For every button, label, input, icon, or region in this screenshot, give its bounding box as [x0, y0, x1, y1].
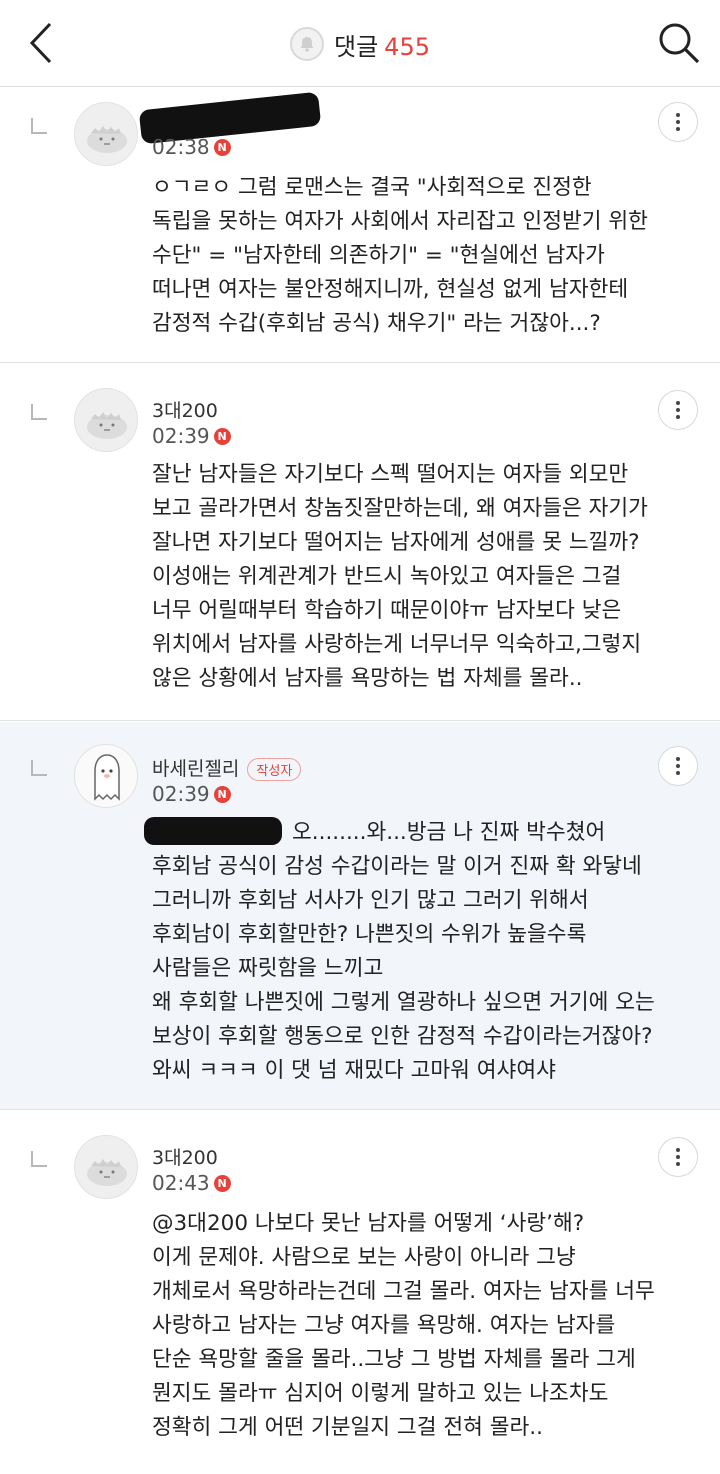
reply-indent-icon [31, 760, 47, 776]
search-button[interactable] [656, 20, 702, 66]
more-dot-icon [676, 415, 680, 419]
comment-line: 않은 상황에서 남자를 욕망하는 법 자체를 몰라.. [152, 666, 583, 691]
more-dot-icon [676, 1162, 680, 1166]
comment-line: 그러니까 후회남 서사가 인기 많고 그러기 위해서 [152, 888, 589, 913]
comment-line: 후회남이 후회할만한? 나쁜짓의 수위가 높을수록 [152, 922, 587, 947]
comment-line: 오........와...방금 나 진짜 박수쳤어 [292, 820, 606, 845]
new-badge: N [213, 427, 231, 445]
comment-body: 오........와...방금 나 진짜 박수쳤어 후회남 공식이 감성 수갑이… [152, 816, 702, 1088]
comment-line: 위치에서 남자를 사랑하는게 너무너무 익숙하고,그렇지 [152, 632, 642, 657]
comment-line: 독립을 못하는 여자가 사회에서 자리잡고 인정받기 위한 [152, 209, 648, 234]
comment-text: 나보다 못난 남자를 어떻게 ‘사랑’해? [248, 1211, 585, 1236]
comment-line: 너무 어릴때부터 학습하기 때문이야ㅠ 남자보다 낮은 [152, 598, 622, 623]
comment-body: 잘난 남자들은 자기보다 스펙 떨어지는 여자들 외모만 보고 골라가면서 창놈… [152, 458, 702, 696]
comment-item-author: 바세린젤리 작성자 02:39 N 오........와...방금 나 진짜 박수쳤… [0, 722, 720, 1110]
new-badge: N [213, 138, 231, 156]
comment-line: 후회남 공식이 감성 수갑이라는 말 이거 진짜 확 와닿네 [152, 854, 642, 879]
dinosaur-avatar-icon [87, 412, 127, 439]
ghost-avatar-icon [94, 754, 120, 801]
mention-link[interactable]: @3대200 [152, 1211, 248, 1236]
comment-line: 와씨 ㅋㅋㅋ 이 댓 넘 재밌다 고마워 여샤여샤 [152, 1058, 556, 1083]
notification-bell-button[interactable] [290, 27, 324, 61]
comment-line: 잘난 남자들은 자기보다 스펙 떨어지는 여자들 외모만 [152, 462, 629, 487]
comment-count: 455 [384, 32, 430, 61]
author-name[interactable]: 바세린젤리 [152, 758, 239, 780]
reply-indent-icon [31, 404, 47, 420]
more-dot-icon [676, 764, 680, 768]
more-options-button[interactable] [658, 746, 698, 786]
avatar[interactable] [74, 102, 138, 166]
comment-line: 개체로서 욕망하라는건데 그걸 몰라. 여자는 남자를 너무 [152, 1279, 655, 1304]
reply-indent-icon [31, 118, 47, 134]
dinosaur-avatar-icon [87, 126, 127, 153]
comment-line: 떠나면 여자는 불안정해지니까, 현실성 없게 남자한테 [152, 277, 629, 302]
reply-indent-icon [31, 1151, 47, 1167]
comment-line: 정확히 그게 어떤 기분일지 그걸 전혀 몰라.. [152, 1415, 543, 1440]
comment-line: 이성애는 위계관계가 반드시 녹아있고 여자들은 그걸 [152, 564, 622, 589]
more-dot-icon [676, 771, 680, 775]
comment-line: 사람들은 짜릿함을 느끼고 [152, 956, 384, 981]
comment-time: 02:39 N [152, 782, 231, 806]
comment-line: 단순 욕망할 줄을 몰라..그냥 그 방법 자체를 몰라 그게 [152, 1347, 636, 1372]
comment-author[interactable]: 3대200 [152, 396, 218, 423]
more-dot-icon [676, 120, 680, 124]
time-text: 02:43 [152, 1171, 210, 1195]
time-text: 02:39 [152, 782, 210, 806]
writer-badge: 작성자 [247, 758, 302, 781]
dinosaur-avatar-icon [87, 1159, 127, 1186]
avatar[interactable] [74, 388, 138, 452]
more-options-button[interactable] [658, 1137, 698, 1177]
comment-time: 02:39 N [152, 424, 231, 448]
comment-item: 3대200 02:43 N @3대200 나보다 못난 남자를 어떻게 ‘사랑’해… [0, 1111, 720, 1474]
comment-line: 보고 골라가면서 창놈짓잘만하는데, 왜 여자들은 자기가 [152, 496, 648, 521]
comment-item: 02:38 N ㅇㄱㄹㅇ 그럼 로맨스는 결국 "사회적으로 진정한 독립을 못하… [0, 87, 720, 363]
top-bar: 댓글 455 [0, 0, 720, 87]
comment-author: 바세린젤리 작성자 [152, 754, 302, 781]
avatar[interactable] [74, 744, 138, 808]
more-dot-icon [676, 1148, 680, 1152]
comment-item: 3대200 02:39 N 잘난 남자들은 자기보다 스펙 떨어지는 여자들 외모… [0, 364, 720, 721]
more-dot-icon [676, 113, 680, 117]
search-icon [659, 23, 700, 64]
comment-line: 보상이 후회할 행동으로 인한 감정적 수갑이라는거잖아? [152, 1024, 653, 1049]
new-badge: N [213, 785, 231, 803]
more-dot-icon [676, 127, 680, 131]
more-options-button[interactable] [658, 102, 698, 142]
comment-line: 뭔지도 몰라ㅠ 심지어 이렇게 말하고 있는 나조차도 [152, 1381, 609, 1406]
time-text: 02:39 [152, 424, 210, 448]
comment-body: ㅇㄱㄹㅇ 그럼 로맨스는 결국 "사회적으로 진정한 독립을 못하는 여자가 사… [152, 171, 702, 341]
comment-time: 02:38 N [152, 135, 231, 159]
header-title-group: 댓글 455 [0, 24, 720, 64]
comment-line: 이게 문제야. 사람으로 보는 사랑이 아니라 그냥 [152, 1245, 576, 1270]
comment-body: @3대200 나보다 못난 남자를 어떻게 ‘사랑’해? 이게 문제야. 사람으… [152, 1207, 702, 1445]
comment-line: ㅇㄱㄹㅇ 그럼 로맨스는 결국 "사회적으로 진정한 [152, 175, 592, 200]
page-title: 댓글 [334, 32, 379, 61]
more-dot-icon [676, 408, 680, 412]
comment-line: 잘나면 자기보다 떨어지는 남자에게 성애를 못 느낄까? [152, 530, 640, 555]
new-badge: N [213, 1174, 231, 1192]
comment-author[interactable]: 3대200 [152, 1143, 218, 1170]
bell-icon [300, 37, 314, 52]
more-dot-icon [676, 1155, 680, 1159]
comment-line: 왜 후회할 나쁜짓에 그렇게 열광하나 싶으면 거기에 오는 [152, 990, 655, 1015]
avatar[interactable] [74, 1135, 138, 1199]
more-dot-icon [676, 401, 680, 405]
comment-line: 수단" = "남자한테 의존하기" = "현실에선 남자가 [152, 243, 605, 268]
comment-line: 감정적 수갑(후회남 공식) 채우기" 라는 거잖아...? [152, 311, 601, 336]
comment-time: 02:43 N [152, 1171, 231, 1195]
comment-line-first: @3대200 나보다 못난 남자를 어떻게 ‘사랑’해? [152, 1207, 702, 1241]
more-options-button[interactable] [658, 390, 698, 430]
more-dot-icon [676, 757, 680, 761]
time-text: 02:38 [152, 135, 210, 159]
comment-line: 사랑하고 남자는 그냥 여자를 욕망해. 여자는 남자를 [152, 1313, 616, 1338]
